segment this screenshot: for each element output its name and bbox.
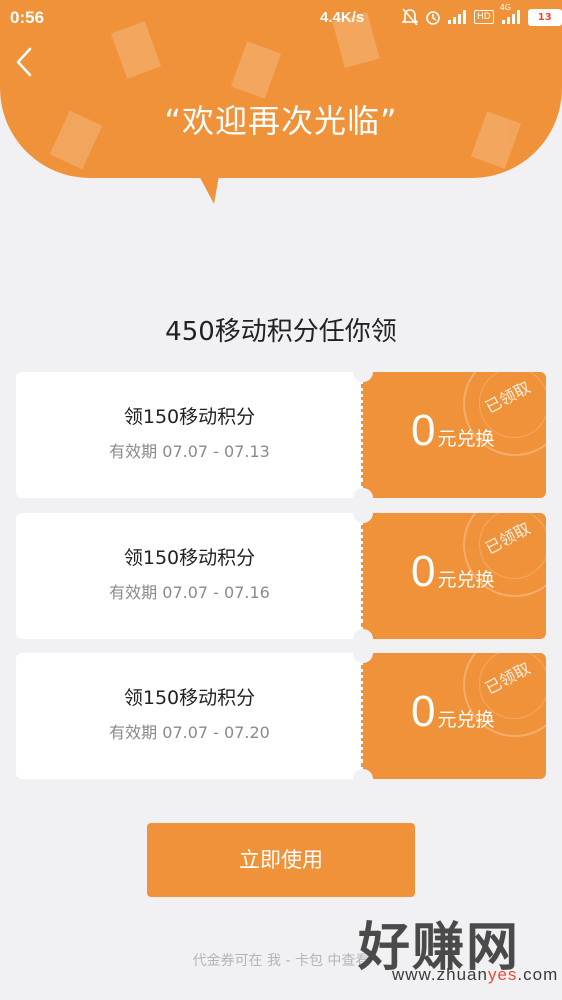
back-button[interactable] (14, 46, 34, 82)
perforation-line (361, 525, 364, 627)
watermark-url: www.zhuanyes.com (392, 965, 558, 985)
coupon-title: 领150移动积分 (123, 687, 256, 709)
coupon-redeem-area[interactable]: 已领取 0 元兑换 (363, 653, 546, 779)
coupon-decoration-icon (230, 41, 282, 99)
perforation-line (361, 665, 364, 767)
coupon-unit: 元兑换 (437, 428, 495, 450)
coupon-info: 领150移动积分 有效期 07.07 - 07.13 (16, 372, 363, 498)
coupon-amount: 0 (411, 406, 436, 455)
alarm-icon (424, 8, 442, 26)
coupon-notch (353, 643, 373, 663)
status-time: 0:56 (10, 8, 45, 27)
coupon-card[interactable]: 领150移动积分 有效期 07.07 - 07.16 已领取 0 元兑换 (16, 503, 546, 649)
coupon-price: 0 元兑换 (411, 687, 495, 737)
perforation-line (361, 384, 364, 486)
coupon-amount: 0 (411, 687, 436, 736)
coupon-title: 领150移动积分 (123, 547, 256, 569)
coupon-amount: 0 (411, 547, 436, 596)
section-title: 450移动积分任你领 (165, 317, 397, 347)
coupon-redeem-area[interactable]: 已领取 0 元兑换 (363, 372, 546, 498)
battery-icon: 13 (527, 8, 562, 26)
watermark-url-highlight: yes (487, 965, 518, 984)
coupon-price: 0 元兑换 (411, 406, 495, 456)
coupon-card[interactable]: 领150移动积分 有效期 07.07 - 07.13 已领取 0 元兑换 (16, 362, 546, 508)
coupon-validity: 有效期 07.07 - 07.16 (109, 583, 270, 602)
coupon-title: 领150移动积分 (123, 406, 256, 428)
mute-icon (402, 8, 418, 26)
coupon-notch (353, 769, 373, 789)
signal-4g-icon: 4G (500, 3, 522, 24)
coupon-redeem-area[interactable]: 已领取 0 元兑换 (363, 513, 546, 639)
coupon-validity: 有效期 07.07 - 07.13 (109, 442, 270, 461)
network-type-label: 4G (499, 3, 511, 12)
coupon-card[interactable]: 领150移动积分 有效期 07.07 - 07.20 已领取 0 元兑换 (16, 643, 546, 789)
watermark-url-suffix: .com (517, 965, 559, 984)
coupon-notch (353, 503, 373, 523)
coupon-validity: 有效期 07.07 - 07.20 (109, 723, 270, 742)
coupon-info: 领150移动积分 有效期 07.07 - 07.20 (16, 653, 363, 779)
speech-bubble-tail (196, 170, 220, 204)
coupon-notch (353, 362, 373, 382)
welcome-text: “欢迎再次光临” (164, 102, 398, 140)
coupon-info: 领150移动积分 有效期 07.07 - 07.16 (16, 513, 363, 639)
coupon-price: 0 元兑换 (411, 547, 495, 597)
coupon-unit: 元兑换 (437, 569, 495, 591)
chevron-left-icon (16, 47, 32, 77)
status-bar: 0:56 4.4K/s HD 4G 13 (0, 0, 562, 36)
site-watermark: 好赚网 www.zhuanyes.com (358, 905, 558, 995)
hd-icon: HD (474, 10, 494, 24)
use-now-button[interactable]: 立即使用 (147, 823, 415, 897)
watermark-url-prefix: www.zhuan (392, 965, 488, 984)
network-speed: 4.4K/s (320, 9, 365, 26)
coupon-unit: 元兑换 (437, 709, 495, 731)
signal-icon (448, 10, 468, 24)
